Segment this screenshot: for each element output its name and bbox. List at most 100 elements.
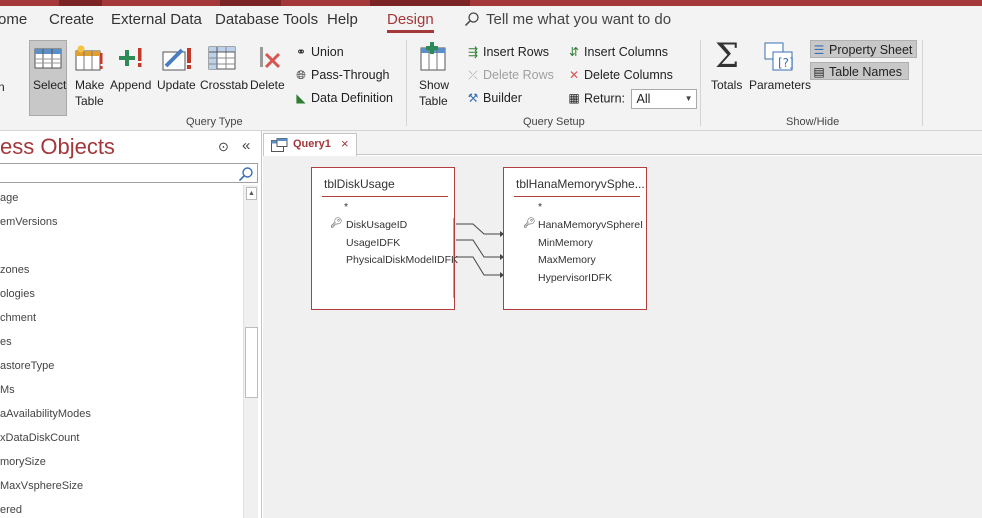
crosstab-icon bbox=[208, 46, 236, 70]
chevron-down-icon: ▼ bbox=[684, 94, 693, 103]
delete-rows-button[interactable]: ⤫ Delete Rows bbox=[465, 66, 554, 84]
title-divider bbox=[322, 196, 448, 197]
scroll-thumb[interactable] bbox=[245, 327, 258, 398]
show-table-label-2[interactable]: Table bbox=[419, 93, 448, 109]
group-separator bbox=[922, 40, 923, 126]
close-icon[interactable]: × bbox=[341, 136, 349, 151]
return-select[interactable]: All ▼ bbox=[631, 89, 698, 109]
data-definition-icon: ◣ bbox=[296, 91, 306, 105]
return-control: ▦ Return: All ▼ bbox=[566, 89, 698, 109]
field-list-tblHanaMemoryvSphere[interactable]: tblHanaMemoryvSphe... * 🔑︎ HanaMemoryvSp… bbox=[503, 167, 647, 310]
scroll-edge bbox=[453, 218, 454, 298]
data-definition-label: Data Definition bbox=[311, 91, 393, 105]
tab-home[interactable]: ome bbox=[0, 11, 27, 28]
property-sheet-button[interactable]: ☰ Property Sheet bbox=[810, 40, 918, 58]
union-label: Union bbox=[311, 45, 344, 59]
field-item[interactable]: HanaMemoryvSphereI bbox=[538, 219, 646, 231]
make-table-icon bbox=[75, 45, 103, 71]
nav-item[interactable]: xDataDiskCount bbox=[0, 432, 79, 444]
data-definition-button[interactable]: ◣ Data Definition bbox=[293, 89, 393, 107]
field-item[interactable]: HypervisorIDFK bbox=[538, 272, 612, 284]
table-title[interactable]: tblHanaMemoryvSphe... bbox=[516, 177, 645, 191]
insert-rows-icon: ⇶ bbox=[467, 45, 479, 59]
tab-query1[interactable]: Query1 × bbox=[263, 133, 357, 156]
make-table-label-1[interactable]: Make bbox=[75, 77, 104, 93]
table-names-button[interactable]: ▤ Table Names bbox=[810, 62, 909, 80]
query-design-canvas[interactable]: tblDiskUsage * 🔑︎ DiskUsageID UsageIDFK … bbox=[263, 156, 982, 518]
primary-key-icon: 🔑︎ bbox=[330, 218, 343, 229]
field-list-tblDiskUsage[interactable]: tblDiskUsage * 🔑︎ DiskUsageID UsageIDFK … bbox=[311, 167, 458, 310]
totals-sigma-icon: Σ bbox=[715, 36, 740, 76]
nav-item[interactable]: astoreType bbox=[0, 360, 54, 372]
field-item[interactable]: DiskUsageID bbox=[346, 219, 407, 231]
return-value: All bbox=[636, 92, 651, 106]
nav-pane-collapse-icon[interactable]: « bbox=[242, 137, 250, 154]
parameters-icon: [?] bbox=[764, 42, 794, 71]
pass-through-label: Pass-Through bbox=[311, 68, 390, 82]
select-query-icon bbox=[34, 48, 62, 69]
union-button[interactable]: ⚭ Union bbox=[293, 43, 344, 61]
union-icon: ⚭ bbox=[295, 45, 307, 59]
tell-me-label: Tell me what you want to do bbox=[486, 11, 672, 28]
nav-item[interactable]: morySize bbox=[0, 456, 46, 468]
make-table-label-2[interactable]: Table bbox=[75, 93, 104, 109]
field-star[interactable]: * bbox=[538, 201, 542, 213]
delete-columns-button[interactable]: ✕ Delete Columns bbox=[566, 66, 673, 84]
search-icon bbox=[238, 167, 253, 182]
tab-create[interactable]: Create bbox=[49, 11, 94, 28]
insert-columns-icon: ⇵ bbox=[568, 45, 580, 59]
delete-button-label[interactable]: Delete bbox=[250, 77, 285, 93]
nav-pane-title: ess Objects bbox=[0, 134, 115, 159]
field-item[interactable]: UsageIDFK bbox=[346, 237, 400, 249]
title-divider bbox=[514, 196, 640, 197]
append-button-label[interactable]: Append bbox=[110, 77, 151, 93]
group-label-query-setup: Query Setup bbox=[523, 116, 585, 128]
delete-rows-icon: ⤫ bbox=[468, 68, 478, 82]
scroll-up-arrow-icon[interactable]: ▲ bbox=[246, 187, 257, 200]
table-names-label: Table Names bbox=[829, 65, 902, 79]
nav-item[interactable]: chment bbox=[0, 312, 36, 324]
tell-me-search[interactable]: Tell me what you want to do bbox=[464, 11, 671, 28]
search-icon bbox=[464, 12, 479, 27]
update-button-label[interactable]: Update bbox=[157, 77, 196, 93]
tab-external-data[interactable]: External Data bbox=[111, 11, 202, 28]
parameters-button-label[interactable]: Parameters bbox=[749, 77, 811, 93]
tab-database-tools[interactable]: Database Tools bbox=[215, 11, 318, 28]
nav-pane-menu-chevron-icon[interactable]: ⊙ bbox=[218, 139, 229, 155]
pass-through-button[interactable]: 🌐︎ Pass-Through bbox=[293, 66, 390, 84]
nav-item[interactable]: Ms bbox=[0, 384, 15, 396]
totals-button-label[interactable]: Totals bbox=[711, 77, 742, 93]
nav-item[interactable]: MaxVsphereSize bbox=[0, 480, 83, 492]
nav-scrollbar[interactable]: ▲ bbox=[243, 185, 258, 518]
field-star[interactable]: * bbox=[344, 201, 348, 213]
nav-item[interactable]: age bbox=[0, 192, 18, 204]
nav-search-input[interactable] bbox=[0, 163, 258, 183]
table-title[interactable]: tblDiskUsage bbox=[324, 177, 395, 191]
tab-help[interactable]: Help bbox=[327, 11, 358, 28]
run-button-label[interactable]: n bbox=[0, 79, 5, 95]
field-item[interactable]: MinMemory bbox=[538, 237, 593, 249]
field-item[interactable]: PhysicalDiskModelIDFK bbox=[346, 254, 458, 266]
nav-item[interactable]: zones bbox=[0, 264, 29, 276]
tab-design[interactable]: Design bbox=[387, 11, 434, 33]
query-icon bbox=[271, 138, 288, 152]
nav-item[interactable]: ologies bbox=[0, 288, 35, 300]
navigation-pane: ess Objects ⊙ « age emVersions zones olo… bbox=[0, 131, 262, 518]
delete-columns-icon: ✕ bbox=[568, 68, 580, 82]
tab-query1-label: Query1 bbox=[293, 138, 331, 150]
nav-item[interactable]: ered bbox=[0, 504, 22, 516]
insert-columns-button[interactable]: ⇵ Insert Columns bbox=[566, 43, 668, 61]
ribbon: n Select Make Table Append Update Crosst… bbox=[0, 36, 982, 131]
insert-rows-button[interactable]: ⇶ Insert Rows bbox=[465, 43, 549, 61]
crosstab-button-label[interactable]: Crosstab bbox=[200, 77, 248, 93]
field-item[interactable]: MaxMemory bbox=[538, 254, 596, 266]
show-table-icon bbox=[420, 42, 446, 71]
insert-rows-label: Insert Rows bbox=[483, 45, 549, 59]
show-table-label-1[interactable]: Show bbox=[419, 77, 449, 93]
return-label: Return: bbox=[584, 91, 625, 106]
nav-item[interactable]: aAvailabilityModes bbox=[0, 408, 91, 420]
nav-item[interactable]: es bbox=[0, 336, 12, 348]
nav-item[interactable]: emVersions bbox=[0, 216, 57, 228]
builder-button[interactable]: ⚒ Builder bbox=[465, 89, 522, 107]
property-sheet-icon: ☰ bbox=[813, 43, 825, 57]
